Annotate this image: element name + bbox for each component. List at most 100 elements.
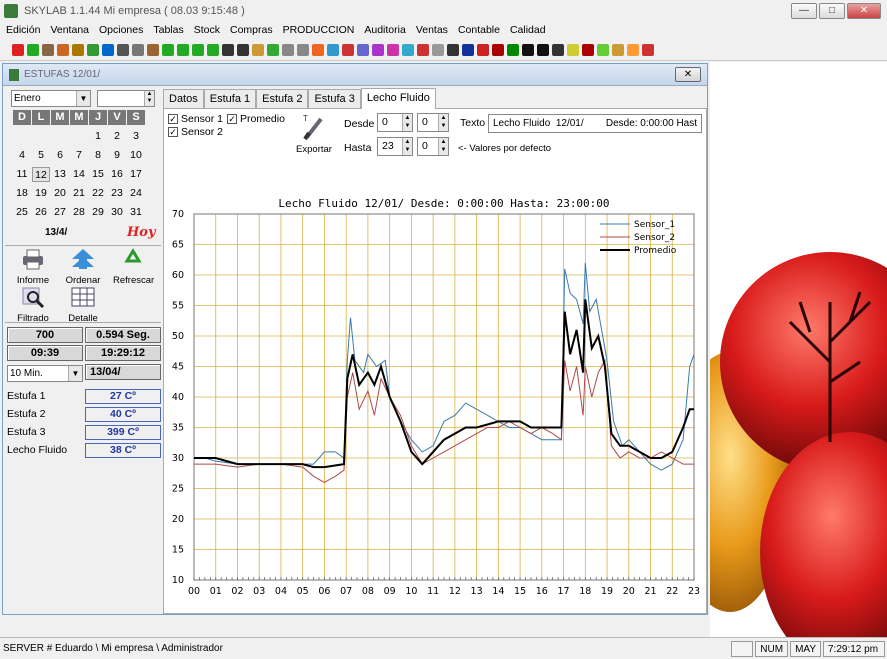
toolbar-tool-icon[interactable]	[132, 43, 144, 56]
toolbar-tool-icon[interactable]	[177, 43, 189, 56]
menu-produccion[interactable]: PRODUCCION	[283, 24, 355, 36]
toolbar-tool-icon[interactable]	[342, 43, 354, 56]
calendar-day[interactable]: 10	[127, 148, 145, 163]
estufas-close-button[interactable]: ✕	[675, 67, 701, 82]
maximize-button[interactable]: □	[819, 3, 845, 19]
spin-icon[interactable]: ▲ ▼	[402, 138, 412, 155]
toolbar-tool-icon[interactable]	[207, 43, 219, 56]
toolbar-tool-icon[interactable]	[522, 43, 534, 56]
calendar-day[interactable]: 4	[13, 148, 31, 163]
calendar-day[interactable]: 21	[70, 186, 88, 201]
spin-icon[interactable]: ▲ ▼	[438, 138, 448, 155]
calendar-day[interactable]: 27	[51, 205, 69, 220]
sensor2-checkbox[interactable]: ✓ Sensor 2	[168, 126, 223, 138]
refrescar-button[interactable]: Refrescar	[113, 248, 154, 286]
toolbar-tool-icon[interactable]	[192, 43, 204, 56]
menu-stock[interactable]: Stock	[194, 24, 220, 36]
toolbar-tool-icon[interactable]	[12, 43, 24, 56]
year-stepper[interactable]: ▲ ▼	[97, 90, 155, 107]
tab-estufa-2[interactable]: Estufa 2	[256, 89, 309, 108]
toolbar-tool-icon[interactable]	[507, 43, 519, 56]
calendar-day[interactable]: 28	[70, 205, 88, 220]
toolbar-tool-icon[interactable]	[417, 43, 429, 56]
toolbar-tool-icon[interactable]	[627, 43, 639, 56]
toolbar-tool-icon[interactable]	[402, 43, 414, 56]
toolbar-tool-icon[interactable]	[597, 43, 609, 56]
close-button[interactable]: ✕	[847, 3, 881, 19]
toolbar-tool-icon[interactable]	[357, 43, 369, 56]
calendar-day[interactable]: 8	[89, 148, 107, 163]
menu-compras[interactable]: Compras	[230, 24, 273, 36]
calendar-day[interactable]: 16	[108, 167, 126, 182]
ordenar-button[interactable]: Ordenar	[63, 248, 103, 286]
interval-select[interactable]: 10 Min. ▼	[7, 365, 83, 382]
calendar-day[interactable]: 17	[127, 167, 145, 182]
calendar-day[interactable]: 25	[13, 205, 31, 220]
hasta-hour-stepper[interactable]: 23 ▲ ▼	[377, 137, 413, 156]
calendar-day[interactable]: 20	[51, 186, 69, 201]
toolbar-tool-icon[interactable]	[552, 43, 564, 56]
tab-lecho-fluido[interactable]: Lecho Fluido	[360, 88, 436, 109]
toolbar-tool-icon[interactable]	[222, 43, 234, 56]
tab-estufa-1[interactable]: Estufa 1	[203, 89, 257, 108]
calendar-day[interactable]: 23	[108, 186, 126, 201]
toolbar-tool-icon[interactable]	[537, 43, 549, 56]
toolbar-tool-icon[interactable]	[42, 43, 54, 56]
hoy-button[interactable]: Hoy	[127, 225, 156, 240]
calendar-day[interactable]: 1	[89, 129, 107, 144]
toolbar-tool-icon[interactable]	[252, 43, 264, 56]
exportar-button[interactable]: T Exportar	[294, 113, 334, 155]
calendar-day[interactable]: 14	[70, 167, 88, 182]
spin-icon[interactable]: ▲ ▼	[144, 91, 154, 106]
toolbar-tool-icon[interactable]	[162, 43, 174, 56]
toolbar-tool-icon[interactable]	[642, 43, 654, 56]
menu-ventana[interactable]: Ventana	[50, 24, 89, 36]
toolbar-tool-icon[interactable]	[462, 43, 474, 56]
minimize-button[interactable]: —	[791, 3, 817, 19]
toolbar-tool-icon[interactable]	[477, 43, 489, 56]
toolbar-tool-icon[interactable]	[432, 43, 444, 56]
toolbar-tool-icon[interactable]	[327, 43, 339, 56]
toolbar-tool-icon[interactable]	[87, 43, 99, 56]
menu-ventas[interactable]: Ventas	[416, 24, 448, 36]
toolbar-tool-icon[interactable]	[387, 43, 399, 56]
calendar-day[interactable]: 5	[32, 148, 50, 163]
tab-estufa-3[interactable]: Estufa 3	[308, 89, 361, 108]
calendar-day[interactable]: 24	[127, 186, 145, 201]
toolbar-tool-icon[interactable]	[237, 43, 249, 56]
promedio-checkbox[interactable]: ✓ Promedio	[227, 113, 285, 125]
calendar-day[interactable]: 2	[108, 129, 126, 144]
desde-hour-stepper[interactable]: 0 ▲ ▼	[377, 113, 413, 132]
informe-button[interactable]: Informe	[13, 248, 53, 286]
menu-auditoria[interactable]: Auditoria	[364, 24, 405, 36]
toolbar-tool-icon[interactable]	[117, 43, 129, 56]
detalle-button[interactable]: Detalle	[63, 286, 103, 324]
sensor1-checkbox[interactable]: ✓ Sensor 1	[168, 113, 223, 125]
calendar-day[interactable]: 7	[70, 148, 88, 163]
calendar-day[interactable]: 29	[89, 205, 107, 220]
calendar-day[interactable]: 19	[32, 186, 50, 201]
calendar-day[interactable]: 12	[32, 167, 50, 182]
spin-icon[interactable]: ▲ ▼	[402, 114, 412, 131]
toolbar-tool-icon[interactable]	[447, 43, 459, 56]
calendar-day[interactable]: 15	[89, 167, 107, 182]
menu-contable[interactable]: Contable	[458, 24, 500, 36]
spin-icon[interactable]: ▲ ▼	[438, 114, 448, 131]
toolbar-tool-icon[interactable]	[72, 43, 84, 56]
chevron-down-icon[interactable]: ▼	[68, 366, 82, 381]
month-select[interactable]: Enero ▼	[11, 90, 91, 107]
calendar-day[interactable]: 31	[127, 205, 145, 220]
calendar-day[interactable]: 3	[127, 129, 145, 144]
toolbar-tool-icon[interactable]	[27, 43, 39, 56]
tab-datos[interactable]: Datos	[163, 89, 204, 108]
calendar-day[interactable]: 26	[32, 205, 50, 220]
desde-minute-stepper[interactable]: 0 ▲ ▼	[417, 113, 449, 132]
toolbar-tool-icon[interactable]	[372, 43, 384, 56]
hasta-minute-stepper[interactable]: 0 ▲ ▼	[417, 137, 449, 156]
toolbar-tool-icon[interactable]	[312, 43, 324, 56]
toolbar-tool-icon[interactable]	[567, 43, 579, 56]
menu-tablas[interactable]: Tablas	[153, 24, 183, 36]
calendar-day[interactable]: 30	[108, 205, 126, 220]
menu-calidad[interactable]: Calidad	[510, 24, 546, 36]
toolbar-tool-icon[interactable]	[612, 43, 624, 56]
